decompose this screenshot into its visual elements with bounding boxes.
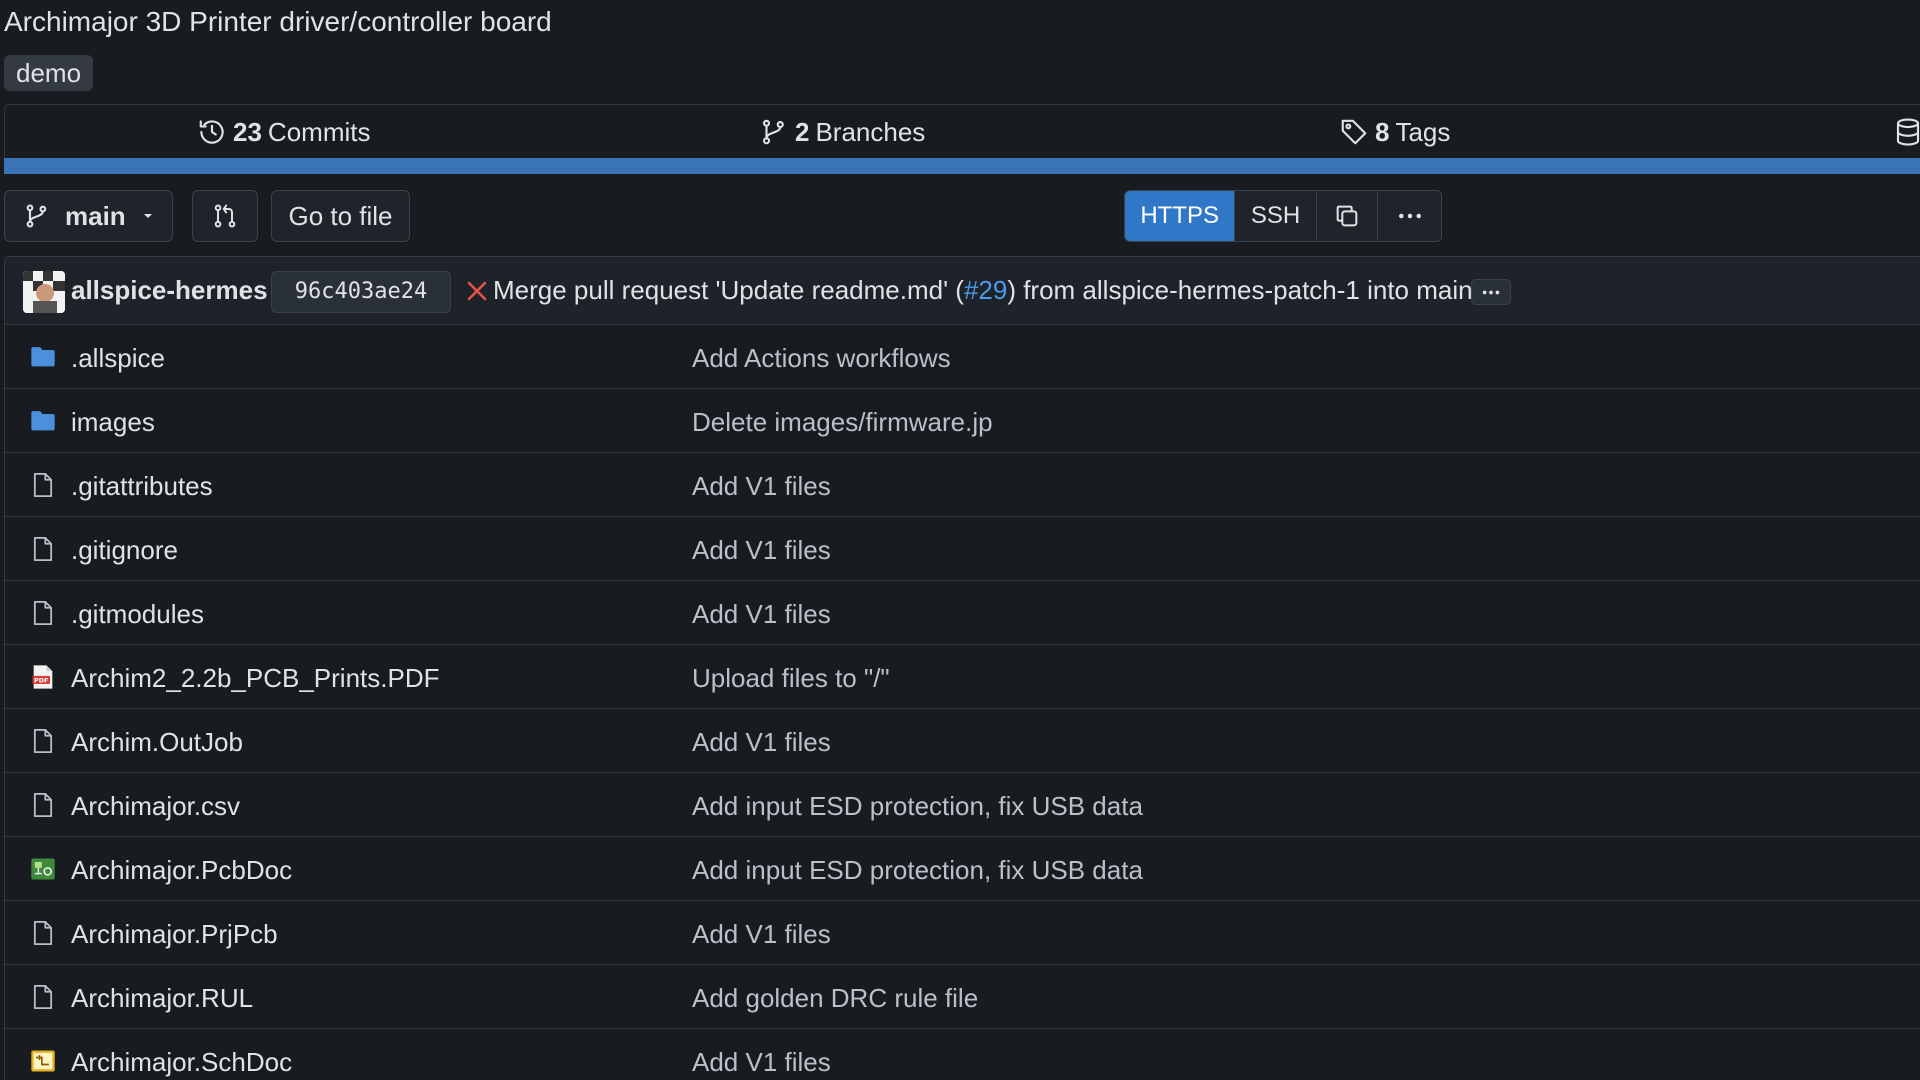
schematic-file-icon <box>29 1047 57 1075</box>
file-row: .gitattributes Add V1 files <box>5 453 1920 517</box>
repo-stats-bar: 23 Commits 2 Branches 8 Tags <box>4 104 1920 158</box>
file-row: Archimajor.RUL Add golden DRC rule file <box>5 965 1920 1029</box>
pdf-file-icon: PDF <box>29 663 57 691</box>
commit-sha[interactable]: 96c403ae24 <box>271 271 451 313</box>
file-name-link[interactable]: .gitignore <box>71 535 178 566</box>
branch-selector[interactable]: main <box>4 190 173 242</box>
commits-label: Commits <box>267 116 371 147</box>
branches-label: Branches <box>815 116 926 147</box>
file-name-link[interactable]: .gitattributes <box>71 471 213 502</box>
file-row: .gitignore Add V1 files <box>5 517 1920 581</box>
storage-link[interactable] <box>1893 115 1920 149</box>
file-name-link[interactable]: Archimajor.csv <box>71 791 240 822</box>
branch-icon <box>762 119 784 145</box>
go-to-file-button[interactable]: Go to file <box>271 190 410 242</box>
ellipsis-icon <box>1482 290 1500 294</box>
file-name-link[interactable]: .allspice <box>71 343 165 374</box>
file-icon <box>29 535 57 563</box>
file-commit-message-link[interactable]: Add V1 files <box>692 727 831 758</box>
file-icon <box>29 471 57 499</box>
tags-label: Tags <box>1395 116 1451 147</box>
file-commit-message-link[interactable]: Add input ESD protection, fix USB data <box>692 855 1143 886</box>
file-commit-message-link[interactable]: Add Actions workflows <box>692 343 951 374</box>
commit-message-suffix: ) from allspice-hermes-patch-1 into main <box>1007 275 1473 305</box>
file-row: Archimajor.PcbDoc Add input ESD protectio… <box>5 837 1920 901</box>
pull-request-icon <box>214 204 236 228</box>
commit-author[interactable]: allspice-hermes <box>71 275 268 306</box>
file-name-link[interactable]: Archim2_2.2b_PCB_Prints.PDF <box>71 663 439 694</box>
x-icon[interactable] <box>465 279 489 303</box>
file-name-link[interactable]: Archimajor.SchDoc <box>71 1047 292 1078</box>
topic-badge[interactable]: demo <box>4 55 94 91</box>
file-row: .allspice Add Actions workflows <box>5 325 1920 389</box>
file-row: Archimajor.PrjPcb Add V1 files <box>5 901 1920 965</box>
file-commit-message-link[interactable]: Add V1 files <box>692 919 831 950</box>
file-icon <box>29 919 57 947</box>
file-name-link[interactable]: Archimajor.PcbDoc <box>71 855 292 886</box>
clone-panel: HTTPS SSH <box>1124 190 1442 242</box>
repo-description: Archimajor 3D Printer driver/controller … <box>4 6 552 37</box>
file-name-link[interactable]: images <box>71 407 155 438</box>
file-commit-message-link[interactable]: Add V1 files <box>692 1047 831 1078</box>
file-icon <box>29 599 57 627</box>
file-icon <box>29 727 57 755</box>
pr-link[interactable]: #29 <box>964 275 1007 305</box>
commit-message-prefix: Merge pull request 'Update readme.md' ( <box>493 275 964 305</box>
file-row: Archimajor.SchDoc Add V1 files <box>5 1029 1920 1080</box>
tags-link[interactable]: 8 Tags <box>1339 115 1450 149</box>
commits-count: 23 <box>233 116 262 147</box>
file-commit-message-link[interactable]: Upload files to "/" <box>692 663 890 694</box>
more-clone-options-button[interactable] <box>1378 191 1441 241</box>
database-icon <box>1896 118 1920 146</box>
chevron-down-icon <box>143 214 152 218</box>
kebab-horizontal-icon <box>1398 213 1421 219</box>
copy-icon <box>1336 205 1358 227</box>
pcb-file-icon <box>29 855 57 883</box>
commits-link[interactable]: 23 Commits <box>197 115 370 149</box>
file-commit-message-link[interactable]: Add V1 files <box>692 599 831 630</box>
file-icon <box>29 983 57 1011</box>
file-commit-message-link[interactable]: Add V1 files <box>692 535 831 566</box>
commit-message[interactable]: Merge pull request 'Update readme.md' (#… <box>493 275 1473 306</box>
file-row: images Delete images/firmware.jp <box>5 389 1920 453</box>
svg-text:PDF: PDF <box>34 676 48 684</box>
tag-icon <box>1341 119 1367 145</box>
file-name-link[interactable]: .gitmodules <box>71 599 204 630</box>
branches-link[interactable]: 2 Branches <box>759 115 925 149</box>
compare-button[interactable] <box>192 190 258 242</box>
branch-icon <box>26 204 47 228</box>
folder-icon <box>29 407 57 435</box>
file-row: PDF Archim2_2.2b_PCB_Prints.PDF Upload fil… <box>5 645 1920 709</box>
file-commit-message-link[interactable]: Add golden DRC rule file <box>692 983 978 1014</box>
file-commit-message-link[interactable]: Add input ESD protection, fix USB data <box>692 791 1143 822</box>
expand-commit-button[interactable] <box>1471 279 1511 305</box>
file-name-link[interactable]: Archimajor.PrjPcb <box>71 919 278 950</box>
tags-count: 8 <box>1375 116 1390 147</box>
file-commit-message-link[interactable]: Add V1 files <box>692 471 831 502</box>
file-table: allspice-hermes 96c403ae24 Merge pull re… <box>4 256 1920 1080</box>
folder-icon <box>29 343 57 371</box>
language-bar <box>4 158 1920 174</box>
copy-url-button[interactable] <box>1316 191 1379 241</box>
branch-name: main <box>65 200 126 231</box>
file-icon <box>29 791 57 819</box>
file-commit-message-link[interactable]: Delete images/firmware.jp <box>692 407 993 438</box>
file-row: .gitmodules Add V1 files <box>5 581 1920 645</box>
file-name-link[interactable]: Archim.OutJob <box>71 727 243 758</box>
file-row: Archim.OutJob Add V1 files <box>5 709 1920 773</box>
ssh-button[interactable]: SSH <box>1235 191 1317 241</box>
file-name-link[interactable]: Archimajor.RUL <box>71 983 253 1014</box>
https-button[interactable]: HTTPS <box>1125 191 1236 241</box>
latest-commit-row: allspice-hermes 96c403ae24 Merge pull re… <box>5 257 1920 325</box>
avatar[interactable] <box>23 271 65 313</box>
branches-count: 2 <box>795 116 810 147</box>
history-icon <box>199 120 224 144</box>
file-row: Archimajor.csv Add input ESD protection, … <box>5 773 1920 837</box>
